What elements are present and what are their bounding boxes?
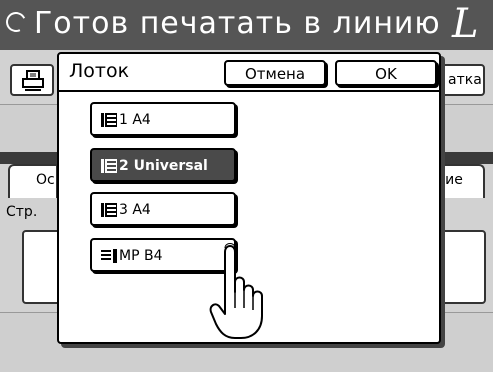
printer-icon: [22, 70, 44, 91]
status-ring-icon: [3, 9, 29, 35]
printer-screen: Готов печатать в линию L атка Ос ние Стр…: [0, 0, 493, 372]
background-right-button-label: атка: [448, 72, 482, 88]
tray-1-button[interactable]: 1 A4: [90, 102, 236, 136]
page-label: Стр.: [6, 204, 38, 220]
printer-button[interactable]: [10, 64, 54, 96]
tray-icon: [101, 203, 117, 217]
tray-icon: [101, 159, 117, 173]
bypass-tray-icon: [101, 249, 117, 263]
status-title: Готов печатать в линию: [34, 6, 441, 41]
tray-dialog: Лоток Отмена OK 1 A4 2 Universal 3 A4 MP…: [57, 52, 441, 344]
left-setting-box[interactable]: [22, 230, 62, 304]
tray-2-button[interactable]: 2 Universal: [90, 148, 236, 182]
tab-basic[interactable]: Ос: [8, 164, 58, 198]
ok-button[interactable]: OK: [335, 60, 437, 86]
tray-3-button[interactable]: 3 A4: [90, 192, 236, 226]
tray-3-label: 3 A4: [119, 202, 151, 218]
tray-1-label: 1 A4: [119, 112, 151, 128]
hand-pointer-icon: [209, 243, 263, 339]
tray-2-label: 2 Universal: [119, 158, 208, 174]
tray-icon: [101, 113, 117, 127]
cancel-button[interactable]: Отмена: [224, 60, 326, 86]
mode-badge: L: [452, 1, 479, 47]
tray-mp-label: MP B4: [119, 248, 163, 264]
dialog-divider: [59, 90, 439, 92]
status-header: Готов печатать в линию L: [0, 0, 493, 50]
dialog-title: Лоток: [69, 60, 130, 82]
tab-basic-label: Ос: [36, 172, 55, 188]
